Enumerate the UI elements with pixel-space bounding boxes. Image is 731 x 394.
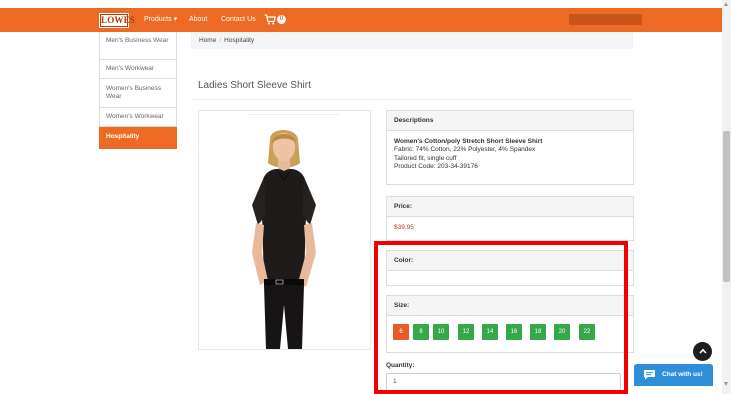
descriptions-panel: Descriptions Women's Cotton/poly Stretch…: [386, 110, 634, 185]
title-divider: [191, 99, 633, 100]
scrollbar-thumb[interactable]: [723, 131, 730, 282]
size-option-8[interactable]: 8: [413, 324, 429, 340]
sidebar-item-hospitality[interactable]: Hospitality: [99, 127, 177, 149]
cart-icon: [264, 14, 276, 25]
size-option-6[interactable]: 6: [393, 324, 409, 340]
cart-button[interactable]: 0: [264, 14, 286, 26]
size-option-18[interactable]: 18: [530, 324, 546, 340]
size-option-12[interactable]: 12: [458, 324, 474, 340]
sidebar-item-womens-workwear[interactable]: Women's Workwear: [99, 108, 177, 127]
chat-label: Chat with us!: [662, 371, 703, 378]
size-option-20[interactable]: 20: [554, 324, 570, 340]
lowes-logo[interactable]: LOWES: [99, 13, 136, 28]
size-option-16[interactable]: 16: [506, 324, 522, 340]
nav-products-dropdown[interactable]: Products ▾: [144, 15, 177, 25]
image-top-divider: [247, 114, 339, 115]
quantity-input[interactable]: 1: [386, 373, 621, 391]
price-value: $39.95: [394, 224, 414, 231]
size-option-14[interactable]: 14: [482, 324, 498, 340]
breadcrumb-home-link[interactable]: Home: [199, 37, 216, 44]
breadcrumb-current: Hospitality: [224, 37, 255, 44]
nav-search-box[interactable]: [569, 14, 642, 25]
chat-bubble-icon: [644, 370, 655, 380]
size-option-22[interactable]: 22: [579, 324, 595, 340]
price-heading: Price:: [387, 197, 633, 217]
category-sidebar: Men's Business Wear Men's Workwear Women…: [99, 32, 177, 149]
page-scrollbar[interactable]: [722, 0, 731, 394]
price-panel: Price: $39.95: [386, 196, 634, 241]
size-heading: Size:: [387, 296, 633, 316]
sidebar-item-womens-business-wear[interactable]: Women's Business Wear: [99, 79, 177, 108]
logo-text: LOWES: [100, 14, 136, 27]
scroll-to-top-button[interactable]: [693, 342, 712, 361]
scroll-down-arrow-icon[interactable]: [724, 382, 728, 386]
description-product-code: Product Code: 203-34-39176: [394, 162, 478, 170]
description-fabric: Fabric: 74% Cotton, 22% Polyester, 4% Sp…: [394, 146, 536, 154]
breadcrumb-separator: /: [219, 37, 222, 44]
nav-about-link[interactable]: About: [189, 15, 207, 25]
description-fit: Tailored fit, single cuff: [394, 154, 457, 162]
product-photo[interactable]: [234, 125, 334, 349]
cart-count-badge: 0: [277, 15, 286, 24]
breadcrumb: Home / Hospitality: [191, 32, 633, 49]
size-option-10[interactable]: 10: [433, 324, 449, 340]
scroll-up-arrow-icon[interactable]: [724, 2, 728, 6]
sidebar-item-mens-business-wear[interactable]: Men's Business Wear: [99, 32, 177, 60]
nav-contact-link[interactable]: Contact Us: [221, 15, 256, 25]
product-image-frame: [198, 110, 371, 350]
descriptions-heading: Descriptions: [387, 111, 633, 131]
sidebar-item-mens-workwear[interactable]: Men's Workwear: [99, 60, 177, 79]
color-panel: Color:: [386, 250, 634, 286]
top-navbar: LOWES Products ▾ About Contact Us 0: [0, 8, 722, 32]
quantity-label: Quantity:: [386, 362, 415, 369]
description-product-name: Women's Cotton/poly Stretch Short Sleeve…: [394, 138, 543, 145]
product-title: Ladies Short Sleeve Shirt: [198, 80, 311, 91]
chat-widget-button[interactable]: Chat with us!: [634, 364, 713, 386]
chevron-up-icon: [698, 348, 707, 354]
color-heading: Color:: [387, 251, 633, 271]
